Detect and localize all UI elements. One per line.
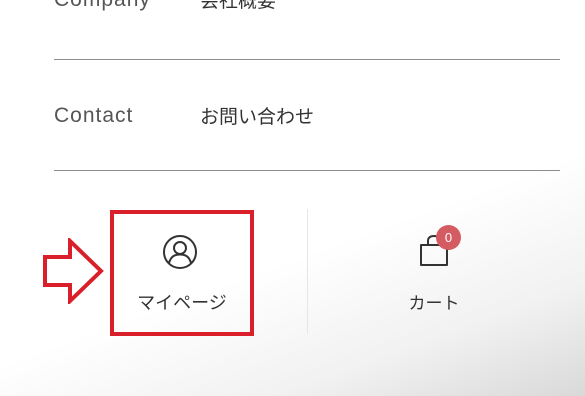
- mypage-button[interactable]: [110, 210, 254, 336]
- nav-label-en: Contact: [54, 103, 134, 127]
- right-arrow-icon: [43, 238, 104, 304]
- cart-label: カート: [408, 294, 460, 314]
- divider: [54, 170, 560, 171]
- user-circle-icon: [163, 235, 197, 269]
- mypage-label: マイページ: [137, 293, 227, 314]
- nav-item-company[interactable]: Company 会社概要: [54, 0, 276, 13]
- footer-divider: [307, 209, 308, 334]
- nav-label-jp: お問い合わせ: [200, 106, 315, 128]
- nav-label-en: Company: [54, 0, 200, 12]
- cart-count-badge: 0: [436, 225, 461, 250]
- nav-item-contact[interactable]: Contact お問い合わせ: [54, 102, 314, 129]
- divider: [54, 59, 560, 60]
- nav-label-jp: 会社概要: [200, 0, 277, 12]
